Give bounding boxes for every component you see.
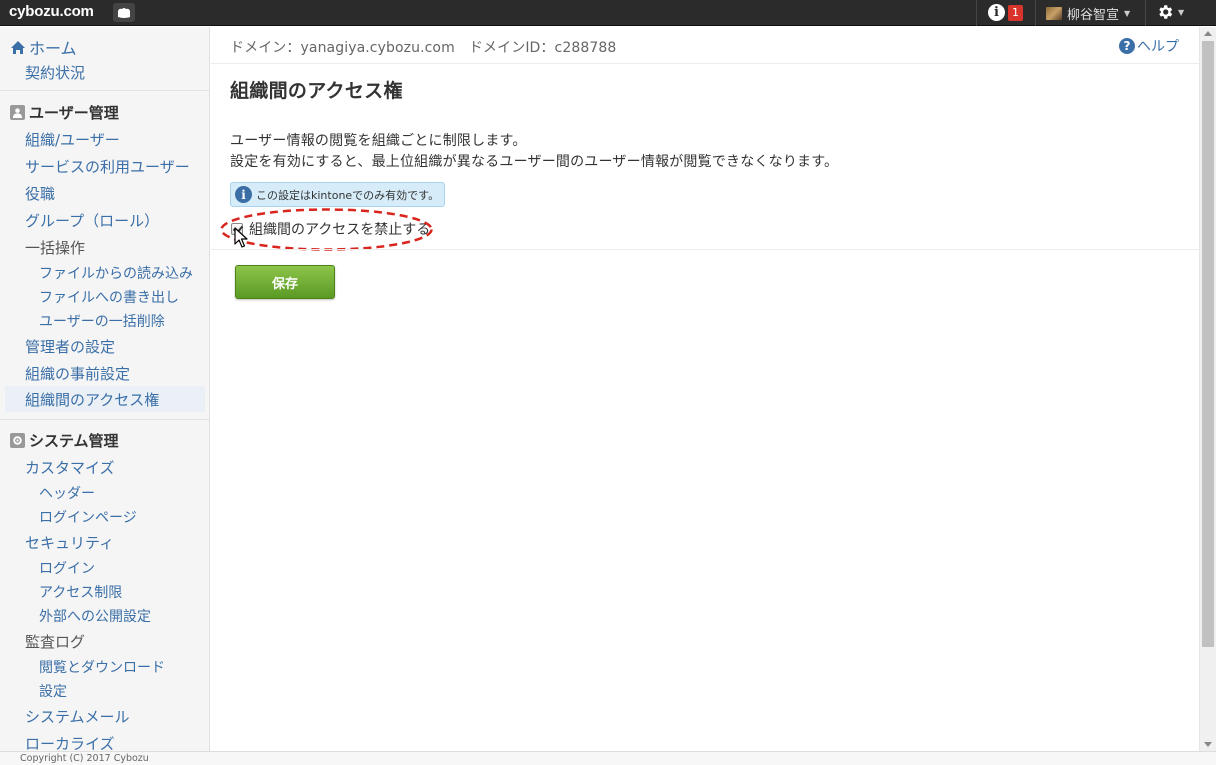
scroll-down-icon[interactable] (1204, 742, 1212, 747)
sidebar-item-login[interactable]: ログイン (0, 558, 209, 578)
gear-icon (1159, 5, 1173, 19)
access-prohibit-option[interactable]: 組織間のアクセスを禁止する (231, 219, 430, 239)
sidebar-item-header[interactable]: ヘッダー (0, 483, 209, 503)
help-link[interactable]: ? ヘルプ (1119, 36, 1179, 56)
topbar-divider (1035, 0, 1036, 26)
sidebar: ホーム 契約状況 ユーザー管理 組織/ユーザー サービスの利用ユーザー 役職 グ… (0, 27, 210, 751)
sidebar-item-label: ホーム (29, 39, 77, 58)
sidebar-divider (0, 419, 209, 420)
chevron-down-icon: ▼ (1124, 9, 1131, 18)
page-title: 組織間のアクセス権 (230, 80, 403, 102)
domain-bar: ドメイン：yanagiya.cybozu.com ドメインID：c288788 … (211, 27, 1199, 64)
sidebar-item-export[interactable]: ファイルへの書き出し (0, 287, 209, 307)
sidebar-item-groups[interactable]: グループ（ロール） (0, 210, 209, 231)
sidebar-item-localize[interactable]: ローカライズ (0, 733, 209, 751)
system-management-heading: システム管理 (10, 430, 119, 451)
avatar (1046, 7, 1062, 20)
domain-info: ドメイン：yanagiya.cybozu.com ドメインID：c288788 (230, 40, 617, 56)
info-icon: i (235, 186, 252, 203)
app-menu-button[interactable] (113, 3, 135, 22)
notification-badge: 1 (1008, 4, 1023, 21)
sidebar-item-customize[interactable]: カスタマイズ (0, 457, 209, 478)
scroll-up-icon[interactable] (1204, 31, 1212, 36)
cybozu-app-icon (118, 7, 130, 18)
user-name: 柳谷智宣 (1067, 8, 1120, 23)
section-heading-label: ユーザー管理 (29, 104, 119, 122)
notification-button[interactable]: i 1 (988, 4, 1023, 21)
access-prohibit-checkbox[interactable] (231, 223, 243, 235)
user-management-heading: ユーザー管理 (10, 102, 119, 123)
user-menu[interactable]: 柳谷智宣 ▼ (1046, 4, 1130, 23)
sidebar-item-import[interactable]: ファイルからの読み込み (0, 263, 209, 283)
sidebar-item-audit-log: 監査ログ (25, 633, 86, 651)
sidebar-item-org-users[interactable]: 組織/ユーザー (0, 129, 209, 150)
info-note-text: この設定はkintoneでのみ有効です。 (256, 188, 440, 202)
chevron-down-icon: ▼ (1178, 7, 1185, 17)
sidebar-item-external-publish[interactable]: 外部への公開設定 (0, 606, 209, 626)
info-icon: i (988, 4, 1005, 21)
sidebar-item-inter-org-access[interactable]: 組織間のアクセス権 (5, 386, 205, 412)
vertical-scrollbar[interactable] (1199, 27, 1216, 751)
cybozu-logo[interactable]: cybozu.com (9, 3, 94, 20)
sidebar-item-view-download[interactable]: 閲覧とダウンロード (0, 657, 209, 677)
topbar-divider (976, 0, 977, 26)
sidebar-item-service-users[interactable]: サービスの利用ユーザー (0, 156, 209, 177)
section-heading-label: システム管理 (29, 432, 119, 450)
sidebar-item-log-settings[interactable]: 設定 (0, 681, 209, 701)
help-icon: ? (1119, 38, 1135, 54)
sidebar-item-bulk-delete[interactable]: ユーザーの一括削除 (0, 311, 209, 331)
sidebar-item-org-presettings[interactable]: 組織の事前設定 (0, 363, 209, 384)
sidebar-divider (0, 90, 209, 91)
sidebar-item-roles[interactable]: 役職 (0, 183, 209, 204)
checkbox-label[interactable]: 組織間のアクセスを禁止する (249, 219, 430, 239)
sidebar-item-login-page[interactable]: ログインページ (0, 507, 209, 527)
top-bar: cybozu.com i 1 柳谷智宣 ▼ ▼ (0, 0, 1216, 26)
sidebar-item-home[interactable]: ホーム (0, 35, 209, 59)
info-note: i この設定はkintoneでのみ有効です。 (230, 182, 445, 207)
section-divider (211, 249, 1199, 250)
settings-menu[interactable]: ▼ (1156, 3, 1184, 21)
sidebar-item-bulk: 一括操作 (25, 239, 86, 257)
user-icon (10, 105, 25, 120)
sidebar-item-contract[interactable]: 契約状況 (0, 62, 209, 83)
save-button[interactable]: 保存 (235, 265, 335, 299)
sidebar-item-access-restriction[interactable]: アクセス制限 (0, 582, 209, 602)
cog-icon (10, 433, 25, 448)
scrollbar-thumb[interactable] (1202, 41, 1214, 647)
sidebar-item-security[interactable]: セキュリティ (0, 532, 209, 553)
sidebar-item-system-mail[interactable]: システムメール (0, 706, 209, 727)
description-line-1: ユーザー情報の閲覧を組織ごとに制限します。 (230, 133, 527, 149)
help-label: ヘルプ (1137, 39, 1179, 55)
topbar-divider (1145, 0, 1146, 26)
description-line-2: 設定を有効にすると、最上位組織が異なるユーザー間のユーザー情報が閲覧できなくなり… (230, 154, 839, 170)
footer: Copyright (C) 2017 Cybozu (0, 751, 1216, 765)
home-icon (11, 40, 25, 54)
copyright: Copyright (C) 2017 Cybozu (20, 753, 149, 764)
sidebar-item-admin-settings[interactable]: 管理者の設定 (0, 336, 209, 357)
